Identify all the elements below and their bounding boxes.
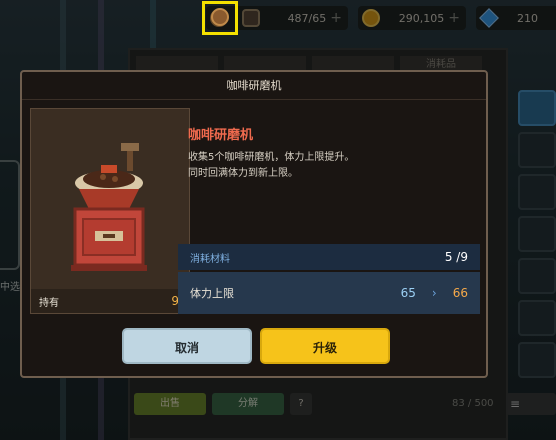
- cancel-button[interactable]: 取消: [122, 328, 252, 364]
- description-line: 收集5个咖啡研磨机，体力上限提升。: [188, 152, 355, 163]
- stat-new-value: 66: [452, 286, 468, 300]
- description-line: 同时回满体力到新上限。: [188, 168, 298, 179]
- chevron-right-icon: ›: [431, 286, 437, 300]
- material-row: 消耗材料 5 /9: [178, 244, 480, 270]
- stat-row: 体力上限 65 › 66: [178, 272, 480, 314]
- coffee-grinder-icon: [71, 143, 147, 271]
- owned-row: 持有 9: [31, 289, 189, 313]
- upgrade-dialog: 咖啡研磨机 持有 9 咖啡研磨机 收集5个咖啡研磨机，体力上限提升。 同时回满体…: [20, 70, 488, 378]
- stat-label: 体力上限: [190, 287, 234, 300]
- owned-label: 持有: [39, 297, 59, 309]
- upgrade-button[interactable]: 升级: [260, 328, 390, 364]
- material-panel: 消耗材料 5 /9 体力上限 65 › 66: [178, 244, 480, 314]
- item-name: 咖啡研磨机: [188, 128, 254, 143]
- stat-old-value: 65: [400, 286, 416, 300]
- dialog-title: 咖啡研磨机: [22, 72, 486, 100]
- material-count: 5 /9: [444, 250, 468, 264]
- material-label: 消耗材料: [190, 253, 230, 265]
- coffee-bean-icon-highlighted[interactable]: [211, 8, 229, 26]
- item-preview-panel: 持有 9: [30, 108, 190, 314]
- item-description: 收集5个咖啡研磨机，体力上限提升。 同时回满体力到新上限。: [188, 150, 354, 182]
